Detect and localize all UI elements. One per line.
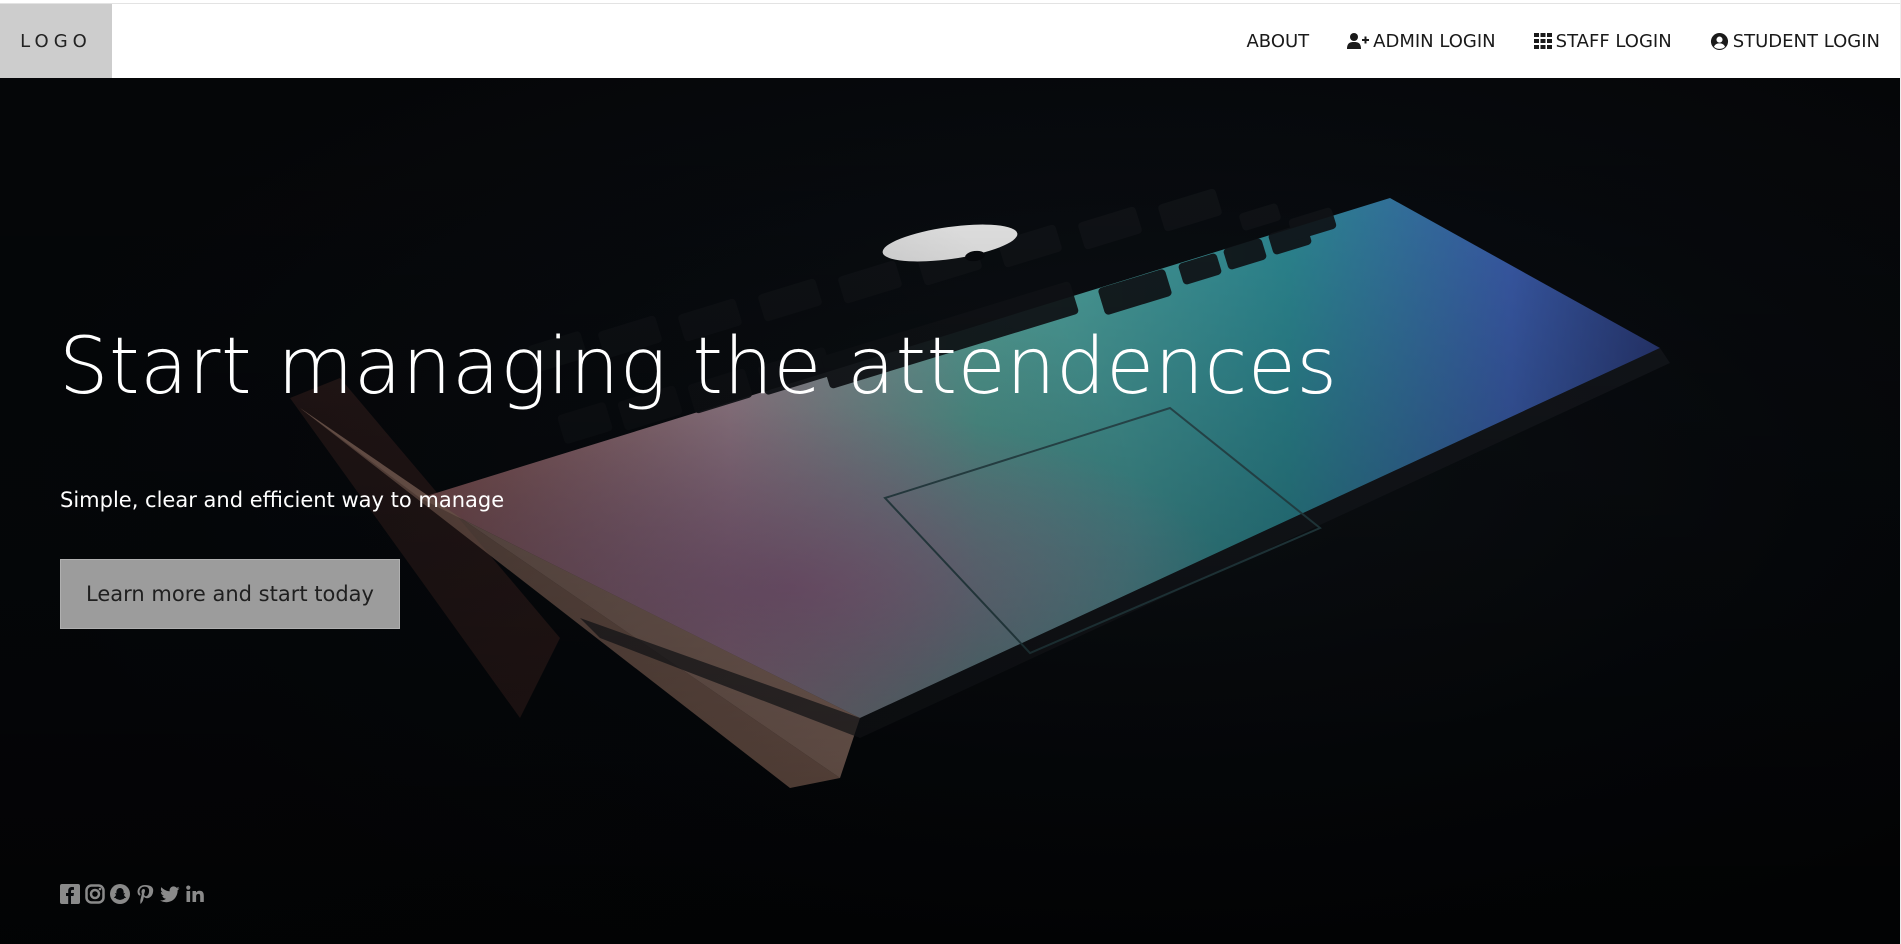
learn-more-button[interactable]: Learn more and start today bbox=[60, 559, 400, 629]
nav-about-label: ABOUT bbox=[1246, 30, 1310, 52]
main-nav: ABOUT ADMIN LOGIN STAFF LOGIN STUDENT LO… bbox=[1227, 4, 1880, 78]
instagram-icon[interactable] bbox=[85, 884, 105, 904]
nav-student-login-label: STUDENT LOGIN bbox=[1732, 30, 1880, 52]
nav-admin-login[interactable]: ADMIN LOGIN bbox=[1328, 31, 1514, 52]
pinterest-icon[interactable] bbox=[135, 884, 155, 904]
logo[interactable]: LOGO bbox=[0, 4, 112, 78]
nav-staff-login[interactable]: STAFF LOGIN bbox=[1515, 31, 1691, 52]
facebook-icon[interactable] bbox=[60, 884, 80, 904]
snapchat-icon[interactable] bbox=[110, 884, 130, 904]
grid-icon bbox=[1533, 33, 1552, 49]
user-circle-icon bbox=[1710, 32, 1729, 51]
social-links bbox=[60, 884, 205, 904]
nav-staff-login-label: STAFF LOGIN bbox=[1555, 30, 1672, 52]
nav-student-login[interactable]: STUDENT LOGIN bbox=[1691, 31, 1880, 52]
hero-headline: Start managing the attendences bbox=[59, 322, 1338, 412]
twitter-icon[interactable] bbox=[160, 884, 180, 904]
nav-about[interactable]: ABOUT bbox=[1227, 31, 1328, 52]
user-plus-icon bbox=[1347, 32, 1370, 50]
nav-admin-login-label: ADMIN LOGIN bbox=[1373, 30, 1496, 52]
hero-section: Start managing the attendences Simple, c… bbox=[0, 78, 1900, 944]
top-navigation-bar: LOGO ABOUT ADMIN LOGIN STAFF LOGIN STUDE… bbox=[0, 0, 1901, 78]
linkedin-icon[interactable] bbox=[185, 884, 205, 904]
hero-subline: Simple, clear and efficient way to manag… bbox=[60, 488, 505, 512]
